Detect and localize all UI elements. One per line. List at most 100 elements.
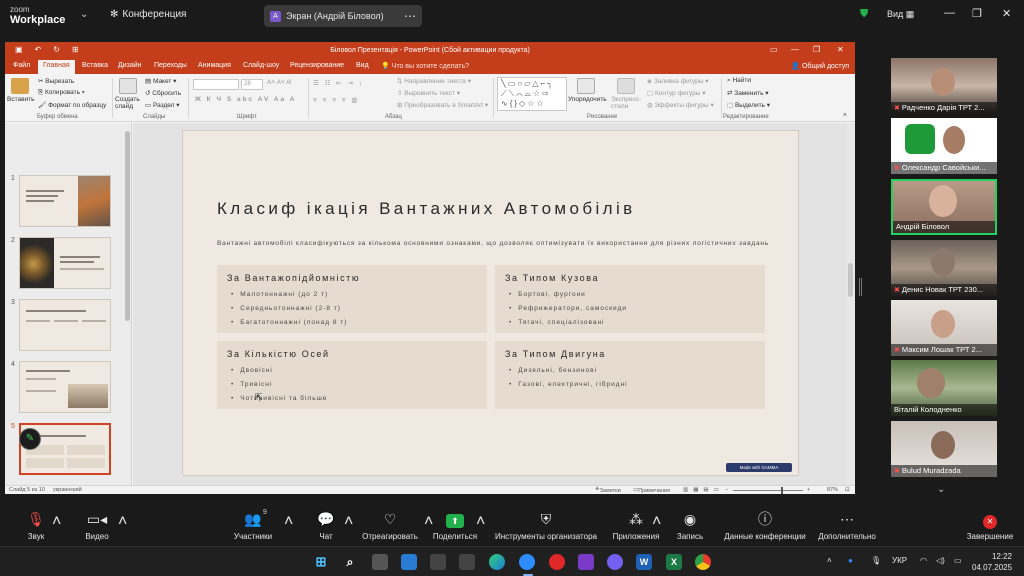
chat-button[interactable]: 💬 Чат — [312, 511, 340, 541]
copy-button[interactable]: ⎘ Копировать ▾ — [38, 89, 85, 97]
zoom-app-icon[interactable] — [519, 554, 535, 570]
record-button[interactable]: ◉ Запись — [670, 511, 710, 541]
collapse-ribbon-icon[interactable]: ˄ — [843, 112, 847, 119]
panel-resize-handle[interactable] — [859, 278, 862, 296]
tab-slideshow[interactable]: Слайд-шоу — [243, 62, 279, 69]
keyboard-language[interactable]: УКР — [892, 556, 907, 565]
system-clock[interactable]: 12:22 04.07.2025 — [972, 551, 1012, 573]
tab-review[interactable]: Рецензирование — [290, 62, 344, 69]
find-button[interactable]: ⌕ Найти — [727, 77, 751, 85]
tab-transitions[interactable]: Переходы — [154, 62, 187, 69]
arrange-icon[interactable] — [577, 78, 595, 94]
font-name-input[interactable] — [193, 79, 239, 90]
language-indicator[interactable]: украинский — [53, 487, 82, 493]
media-icon[interactable] — [430, 554, 446, 570]
audio-options-caret-icon[interactable]: ˄ — [52, 513, 61, 531]
select-button[interactable]: ⬚ Выделить ▾ — [727, 101, 770, 109]
participant-tile[interactable]: ✖ Радченко Дарія ТРТ 2... — [891, 58, 997, 114]
tray-mic-icon[interactable]: 🎙︎ — [871, 556, 881, 565]
paste-icon[interactable] — [11, 78, 29, 94]
participant-tile[interactable]: ✖ Максим Лошак ТРТ 2... — [891, 300, 997, 356]
edge-browser-icon[interactable] — [489, 554, 505, 570]
participant-tile-active-speaker[interactable]: Андрій Біловол — [891, 179, 997, 235]
tab-file[interactable]: Файл — [13, 62, 30, 69]
text-direction-button[interactable]: ⇅ Направление текста ▾ — [397, 77, 471, 85]
participant-tile[interactable]: ✖ Bulud Muradzada — [891, 421, 997, 477]
align-text-button[interactable]: ⇳ Выровнять текст ▾ — [397, 89, 460, 97]
thumbnails-scrollbar[interactable] — [124, 123, 131, 485]
more-options-icon[interactable]: ⋯ — [404, 5, 416, 27]
cut-button[interactable]: ✂ Вырезать — [38, 77, 74, 85]
current-slide[interactable]: Класиф ікація Вантажних Автомобілів Вант… — [182, 130, 799, 476]
category-card[interactable]: За Типом Кузова Бортові, фургони Рефриже… — [495, 265, 765, 333]
conference-title[interactable]: ✻ Конференция — [110, 9, 186, 20]
ppt-minimize-icon[interactable]: — — [791, 45, 799, 54]
close-icon[interactable]: ✕ — [1002, 7, 1011, 20]
section-button[interactable]: ▭ Раздел ▾ — [145, 101, 180, 109]
scrollbar-thumb[interactable] — [125, 131, 130, 321]
participant-tile[interactable]: ✖ Олександр Савойськи... — [891, 118, 997, 174]
tray-overflow-icon[interactable]: ˄ — [827, 556, 832, 565]
slide-title[interactable]: Класиф ікація Вантажних Автомобілів — [217, 199, 636, 219]
app-icon[interactable] — [578, 554, 594, 570]
react-button[interactable]: ♡ Отреагировать — [358, 511, 422, 541]
tab-animations[interactable]: Анимация — [198, 62, 231, 69]
shape-fill-button[interactable]: ◈ Заливка фигуры ▾ — [647, 77, 709, 85]
shapes-gallery[interactable]: ╲▭○▱△⌐┐ ⟋⟍⌒⌓☆⇨ ∿{}◇☆☆ — [497, 77, 567, 111]
zoom-in-icon[interactable]: + — [807, 487, 810, 493]
battery-icon[interactable]: ▭ — [954, 556, 962, 565]
ppt-ribbon-display-icon[interactable]: ▭ — [770, 45, 778, 54]
excel-icon[interactable]: X — [666, 554, 682, 570]
word-icon[interactable]: W — [636, 554, 652, 570]
fit-slide-icon[interactable]: ⊡ — [845, 487, 850, 493]
share-screen-button[interactable]: ⬆ Поделиться — [430, 511, 480, 541]
zoom-slider-knob[interactable] — [781, 487, 783, 494]
wifi-icon[interactable]: ◠ — [920, 556, 927, 565]
zoom-level[interactable]: 87% — [827, 487, 838, 493]
shape-effects-button[interactable]: ◍ Эффекты фигуры ▾ — [647, 101, 714, 109]
chevron-down-icon[interactable]: ⌄ — [937, 484, 945, 495]
tab-design[interactable]: Дизайн — [118, 62, 142, 69]
minimize-icon[interactable]: — — [944, 7, 955, 19]
search-icon[interactable]: ⌕ — [342, 554, 358, 570]
tab-home[interactable]: Главная — [38, 60, 75, 74]
view-mode-icons[interactable]: ▥▦▤▭ — [683, 487, 724, 493]
meeting-info-button[interactable]: ⓘ Данные конференции — [718, 511, 812, 541]
list-buttons[interactable]: ☰ ☷ ⇤ ⇥ ↕ — [313, 79, 364, 87]
zoom-out-icon[interactable]: − — [725, 487, 728, 493]
share-caret-icon[interactable]: ˄ — [476, 513, 485, 531]
end-meeting-button[interactable]: ✕ Завершение — [962, 511, 1018, 541]
tray-zoom-icon[interactable]: ● — [848, 556, 853, 565]
participants-caret-icon[interactable]: ˄ — [284, 513, 293, 531]
slide-thumbnail-2[interactable] — [19, 237, 111, 289]
view-menu[interactable]: Вид ▦ — [887, 9, 914, 20]
font-style-buttons[interactable]: Ж К Ч S abc AV Aa A — [195, 96, 296, 103]
restore-icon[interactable]: ❐ — [972, 7, 982, 20]
arrange-button[interactable]: Упорядочить — [568, 96, 607, 103]
host-tools-button[interactable]: ⛨ Инструменты организатора — [490, 511, 602, 541]
slide-thumbnail-3[interactable] — [19, 299, 111, 351]
paste-button[interactable]: Вставить — [7, 96, 35, 103]
canvas-scrollbar[interactable] — [847, 123, 855, 485]
category-card[interactable]: За Типом Двигуна Дизельні, бензинові Газ… — [495, 341, 765, 409]
category-card[interactable]: За Вантажопідйомністю Малотоннажні (до 2… — [217, 265, 487, 333]
annotate-pen-icon[interactable]: ✎ — [19, 428, 41, 450]
replace-button[interactable]: ⇄ Заменить ▾ — [727, 89, 769, 97]
windows-start-icon[interactable]: ⊞ — [313, 554, 329, 570]
more-button[interactable]: ⋯ Дополнительно — [812, 511, 882, 541]
app-icon[interactable] — [549, 554, 565, 570]
layout-button[interactable]: ▤ Макет ▾ — [145, 77, 176, 85]
scrollbar-thumb[interactable] — [848, 263, 853, 297]
screen-share-pill[interactable]: А Экран (Андрій Біловол) ⋯ — [264, 5, 422, 27]
participant-tile[interactable]: Віталій Колодненко — [891, 360, 997, 416]
ppt-close-icon[interactable]: ✕ — [837, 45, 844, 54]
task-view-icon[interactable] — [372, 554, 388, 570]
volume-icon[interactable]: ◁) — [936, 556, 945, 565]
chrome-icon[interactable] — [695, 554, 711, 570]
new-slide-icon[interactable] — [119, 78, 137, 94]
audio-button[interactable]: 🎙︎ Звук — [22, 511, 50, 541]
comments-button[interactable]: ▭ Примечания — [633, 487, 670, 494]
font-size-input[interactable]: 28 — [241, 79, 263, 90]
chevron-down-icon[interactable]: ⌄ — [80, 9, 88, 20]
notes-button[interactable]: ≙ Заметки — [595, 487, 621, 494]
